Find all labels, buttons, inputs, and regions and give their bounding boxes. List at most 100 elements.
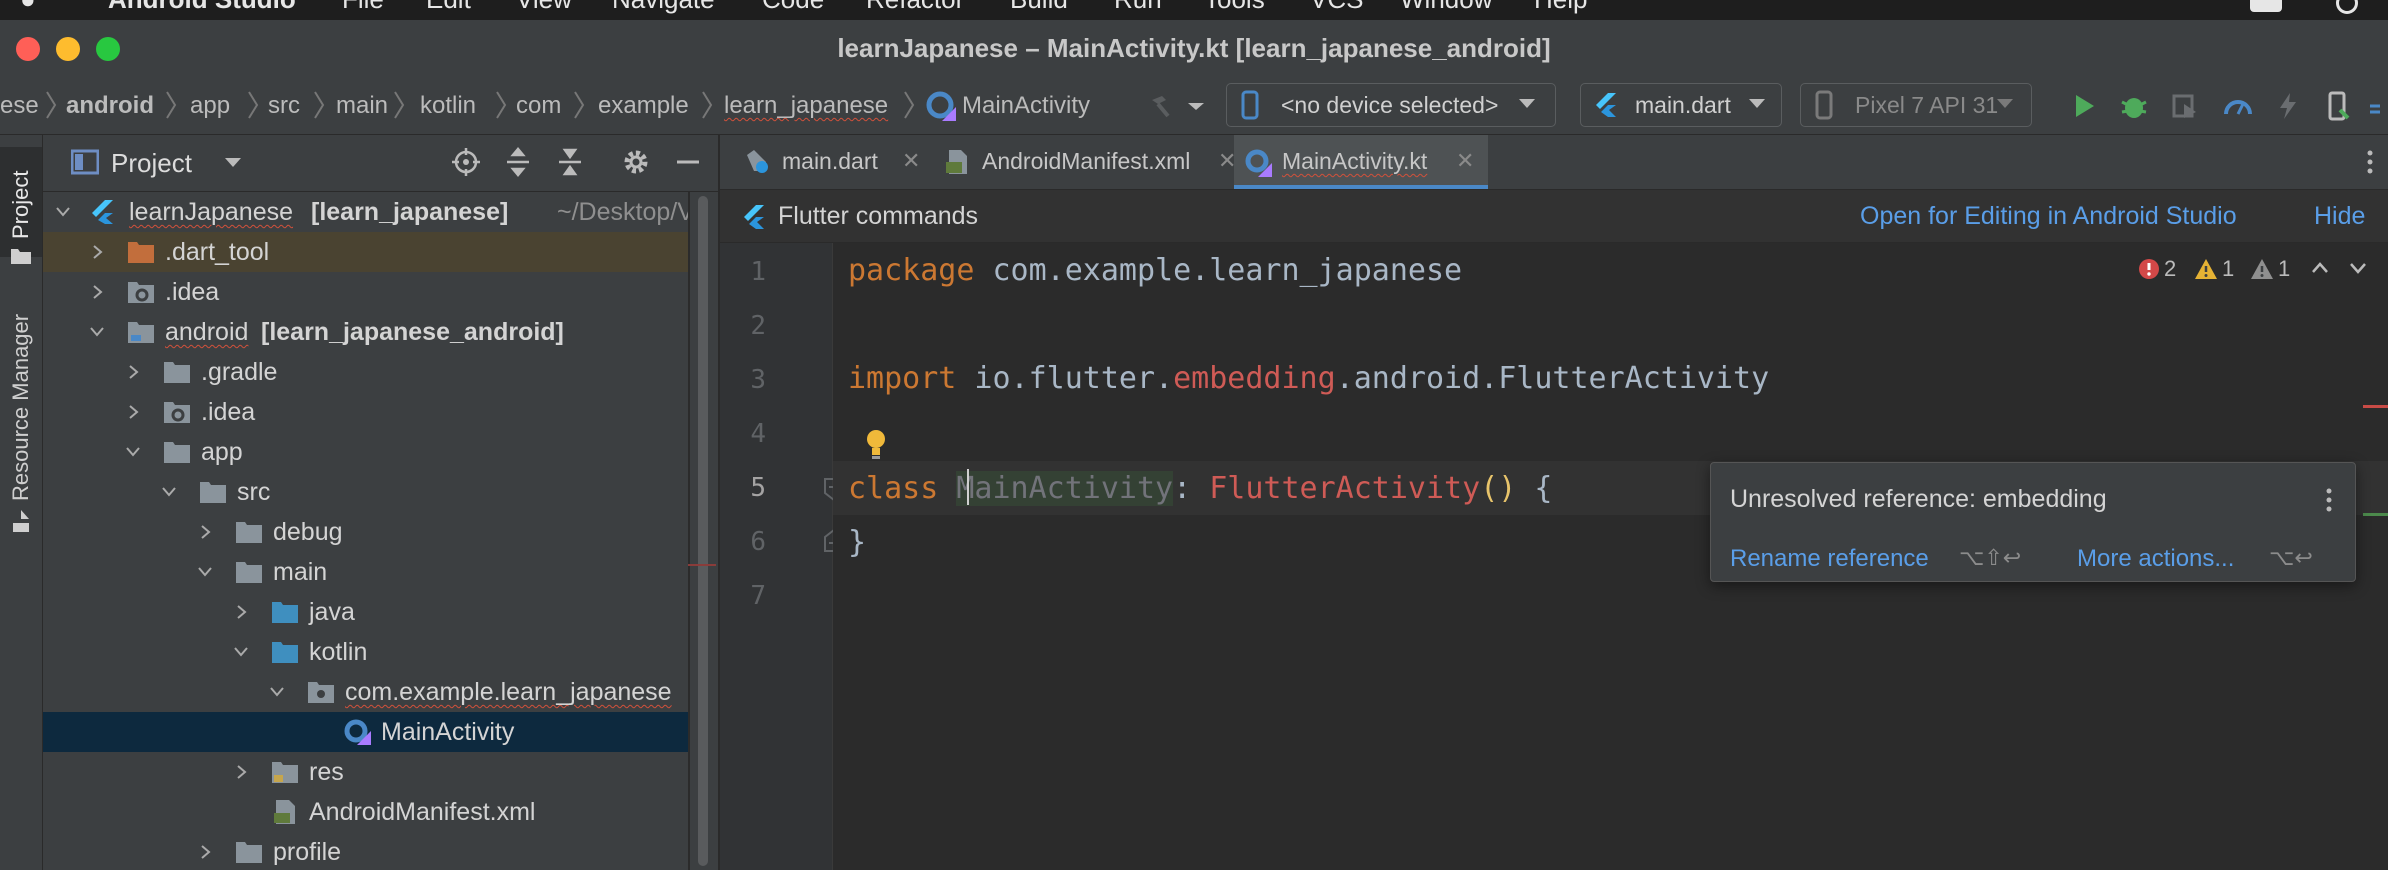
- debug-bug-icon[interactable]: [2118, 90, 2150, 122]
- tree-label: kotlin: [309, 638, 368, 666]
- tree-row-kotlin[interactable]: kotlin: [43, 632, 688, 672]
- profiler-icon[interactable]: [2222, 90, 2254, 122]
- breadcrumb-item[interactable]: example: [598, 92, 689, 120]
- menu-window[interactable]: Window: [1400, 0, 1492, 15]
- tree-row-main[interactable]: main: [43, 552, 688, 592]
- hide-link[interactable]: Hide: [2314, 202, 2365, 231]
- folder-icon: [11, 249, 31, 264]
- chevron-down-icon[interactable]: [1180, 90, 1212, 122]
- chevron-down-icon[interactable]: [269, 684, 285, 700]
- menu-app[interactable]: Android Studio: [108, 0, 296, 15]
- menu-build[interactable]: Build: [1010, 0, 1068, 15]
- scrollbar-thumb[interactable]: [698, 196, 708, 866]
- chevron-right-icon[interactable]: [197, 844, 213, 860]
- tree-row-idea[interactable]: .idea: [43, 392, 688, 432]
- project-tool-button[interactable]: Project: [0, 147, 42, 264]
- chevron-right-icon[interactable]: [125, 404, 141, 420]
- menu-view[interactable]: View: [516, 0, 572, 15]
- chevron-down-icon[interactable]: [223, 155, 243, 171]
- chevron-down-icon[interactable]: [161, 484, 177, 500]
- more-toolbar-icon[interactable]: [2366, 90, 2388, 122]
- open-in-android-studio-link[interactable]: Open for Editing in Android Studio: [1860, 202, 2237, 231]
- menu-run[interactable]: Run: [1114, 0, 1162, 15]
- device-manager-icon[interactable]: [2322, 90, 2354, 122]
- apple-icon[interactable]: ●: [20, 0, 36, 15]
- tree-row-app[interactable]: app: [43, 432, 688, 472]
- chevron-right-icon[interactable]: [233, 764, 249, 780]
- menu-code[interactable]: Code: [762, 0, 824, 15]
- tab-main-dart[interactable]: main.dart ✕: [734, 135, 930, 189]
- breadcrumb-item[interactable]: app: [190, 92, 230, 120]
- build-hammer-icon[interactable]: [1144, 90, 1176, 122]
- chevron-right-icon[interactable]: [125, 364, 141, 380]
- more-actions-link[interactable]: More actions...: [2077, 545, 2234, 573]
- project-tree-scrollbar[interactable]: [690, 192, 718, 870]
- run-config-selector[interactable]: main.dart: [1580, 83, 1782, 127]
- run-icon[interactable]: [2068, 90, 2100, 122]
- chevron-right-icon[interactable]: [89, 244, 105, 260]
- resource-manager-tool-button[interactable]: Resource Manager: [0, 295, 42, 545]
- chevron-down-icon[interactable]: [2348, 260, 2368, 276]
- tree-row-dart-tool[interactable]: .dart_tool: [43, 232, 688, 272]
- menu-edit[interactable]: Edit: [426, 0, 471, 15]
- usage-stripe-mark[interactable]: [2363, 513, 2388, 516]
- breadcrumb-item[interactable]: MainActivity: [962, 92, 1090, 120]
- chevron-up-icon[interactable]: [2310, 260, 2330, 276]
- tree-row-debug[interactable]: debug: [43, 512, 688, 552]
- lightbulb-icon[interactable]: [863, 428, 889, 460]
- tree-row-android[interactable]: android [learn_japanese_android]: [43, 312, 688, 352]
- tree-row-android-manifest[interactable]: AndroidManifest.xml: [43, 792, 688, 832]
- close-icon[interactable]: ✕: [1456, 148, 1474, 174]
- tree-row-java[interactable]: java: [43, 592, 688, 632]
- tree-row-res[interactable]: res: [43, 752, 688, 792]
- control-center-icon[interactable]: [2336, 0, 2358, 14]
- more-vertical-icon[interactable]: [2360, 147, 2380, 177]
- inspections-widget[interactable]: 2 1 1: [2138, 255, 2378, 287]
- more-vertical-icon[interactable]: [2321, 485, 2337, 515]
- breadcrumb-item[interactable]: main: [336, 92, 388, 120]
- hide-panel-icon[interactable]: [673, 147, 703, 177]
- apply-changes-icon[interactable]: [2272, 90, 2304, 122]
- menu-help[interactable]: Help: [1534, 0, 1587, 15]
- breadcrumb-item[interactable]: android: [66, 92, 154, 120]
- tree-row-profile[interactable]: profile: [43, 832, 688, 870]
- close-icon[interactable]: ✕: [902, 148, 920, 174]
- breadcrumb-item[interactable]: com: [516, 92, 561, 120]
- select-opened-file-icon[interactable]: [451, 147, 481, 177]
- menu-refactor[interactable]: Refactor: [866, 0, 964, 15]
- project-panel-title[interactable]: Project: [111, 148, 192, 179]
- tree-row-project-root[interactable]: learnJapanese [learn_japanese] ~/Desktop…: [43, 192, 688, 232]
- tree-row-package[interactable]: com.example.learn_japanese: [43, 672, 688, 712]
- menu-navigate[interactable]: Navigate: [612, 0, 715, 15]
- chevron-down-icon[interactable]: [89, 324, 105, 340]
- breadcrumb-item[interactable]: ese: [0, 92, 39, 120]
- chevron-right-icon[interactable]: [89, 284, 105, 300]
- chevron-down-icon[interactable]: [55, 204, 71, 220]
- chevron-down-icon[interactable]: [125, 444, 141, 460]
- chevron-down-icon[interactable]: [233, 644, 249, 660]
- error-stripe-mark[interactable]: [2363, 405, 2388, 408]
- tab-main-activity-kt[interactable]: MainActivity.kt ✕: [1234, 135, 1488, 189]
- tree-row-gradle[interactable]: .gradle: [43, 352, 688, 392]
- tab-android-manifest[interactable]: AndroidManifest.xml ✕: [934, 135, 1244, 189]
- breadcrumb-item[interactable]: src: [268, 92, 300, 120]
- tree-row-main-activity[interactable]: MainActivity: [43, 712, 688, 752]
- tree-row-idea[interactable]: .idea: [43, 272, 688, 312]
- device-selector[interactable]: <no device selected>: [1226, 83, 1556, 127]
- attach-debugger-icon[interactable]: [2168, 90, 2200, 122]
- expand-all-icon[interactable]: [503, 147, 533, 177]
- menu-vcs[interactable]: VCS: [1310, 0, 1363, 15]
- breadcrumb-item[interactable]: learn_japanese: [724, 92, 888, 120]
- rename-reference-link[interactable]: Rename reference: [1730, 545, 1929, 573]
- tree-row-src[interactable]: src: [43, 472, 688, 512]
- emulator-selector[interactable]: Pixel 7 API 31: [1800, 83, 2032, 127]
- chevron-right-icon[interactable]: [197, 524, 213, 540]
- chevron-down-icon[interactable]: [197, 564, 213, 580]
- collapse-all-icon[interactable]: [555, 147, 585, 177]
- menu-tools[interactable]: Tools: [1204, 0, 1265, 15]
- gear-icon[interactable]: [621, 147, 651, 177]
- menu-file[interactable]: File: [342, 0, 384, 15]
- menubar-status-icon[interactable]: [2250, 0, 2282, 12]
- chevron-right-icon[interactable]: [233, 604, 249, 620]
- breadcrumb-item[interactable]: kotlin: [420, 92, 476, 120]
